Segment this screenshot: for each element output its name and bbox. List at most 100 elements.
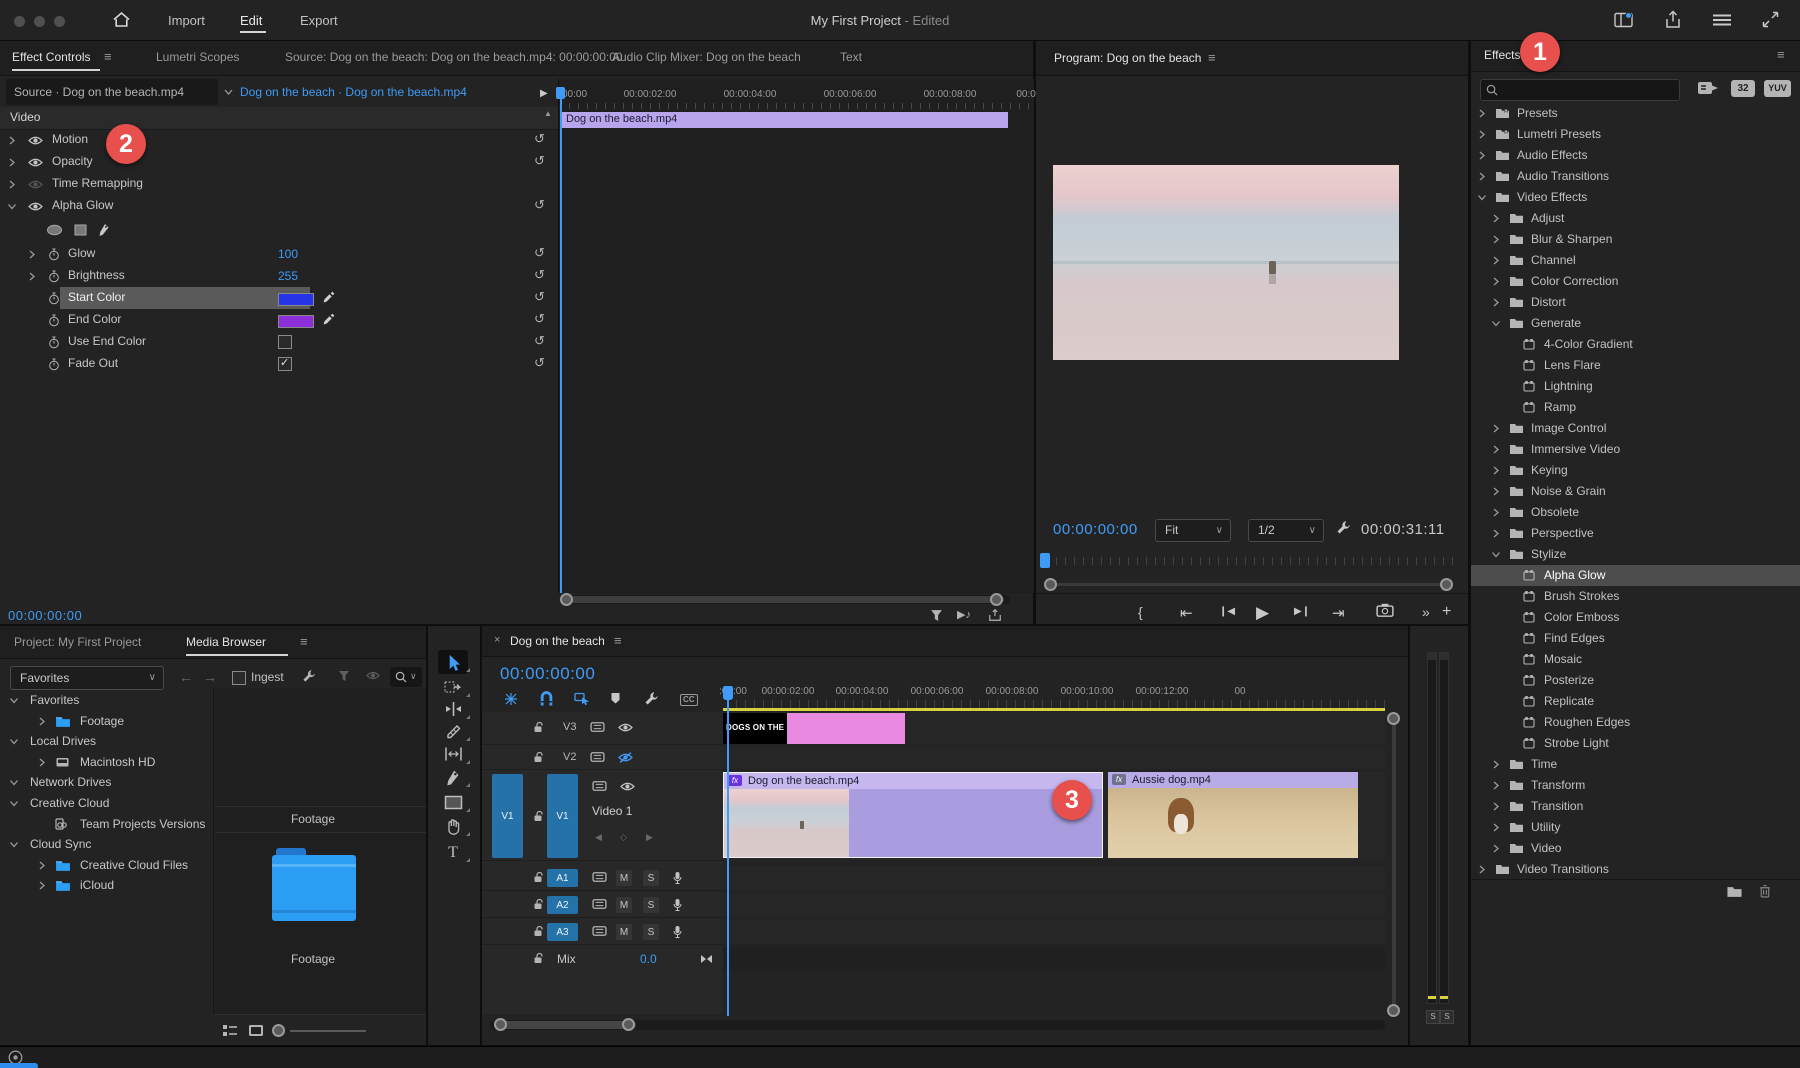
snap-magnet-icon[interactable] xyxy=(540,691,553,706)
program-zoom-handle-left[interactable] xyxy=(1044,578,1057,591)
thumbnail-size-slider-knob[interactable] xyxy=(272,1024,285,1037)
effects-tree-item-video[interactable]: Video xyxy=(1471,838,1800,859)
step-back-button[interactable]: ❙◀ xyxy=(1219,606,1235,617)
effect-controls-panel-menu-icon[interactable]: ≡ xyxy=(104,49,112,64)
effects-yuv-badge[interactable]: YUV xyxy=(1764,80,1791,97)
mix-gain-value[interactable]: 0.0 xyxy=(640,952,657,966)
mute-button[interactable]: M xyxy=(616,897,632,913)
ec-row-use-end-color[interactable]: Use End Color↺ xyxy=(0,331,558,353)
tab-effect-controls[interactable]: Effect Controls xyxy=(12,50,90,64)
ec-row-brightness[interactable]: Brightness255↺ xyxy=(0,265,558,287)
ec-row-start-color[interactable]: Start Color↺ xyxy=(0,287,558,309)
effects-tree-item-utility[interactable]: Utility xyxy=(1471,817,1800,838)
track-lock-icon[interactable] xyxy=(533,871,544,884)
timeline-tab-close-icon[interactable]: × xyxy=(494,634,500,646)
effects-tree-item-find-edges[interactable]: Find Edges xyxy=(1471,628,1800,649)
tab-audio-clip-mixer[interactable]: Audio Clip Mixer: Dog on the beach xyxy=(612,50,801,64)
timeline-h-scroll-handle-right[interactable] xyxy=(622,1018,635,1031)
home-icon[interactable] xyxy=(112,11,131,28)
tool-rectangle[interactable] xyxy=(438,790,468,814)
chevron-down-icon[interactable] xyxy=(224,89,233,95)
reset-parameter-icon[interactable]: ↺ xyxy=(534,290,545,304)
reset-parameter-icon[interactable]: ↺ xyxy=(534,334,545,348)
effects-tree-item-brush-strokes[interactable]: Brush Strokes xyxy=(1471,586,1800,607)
voiceover-record-icon[interactable] xyxy=(672,871,683,885)
timeline-panel-menu-icon[interactable]: ≡ xyxy=(614,633,622,648)
share-export-icon[interactable] xyxy=(1664,10,1682,29)
color-swatch-start-color[interactable] xyxy=(278,293,314,306)
track-head-a3[interactable]: A3MS xyxy=(482,920,723,945)
scroll-up-arrow[interactable]: ▲ xyxy=(544,109,552,118)
effects-tree-item-time[interactable]: Time xyxy=(1471,754,1800,775)
solo-button[interactable]: S xyxy=(643,924,659,940)
timeline-playhead-grip[interactable] xyxy=(723,686,733,700)
effects-tree-item-immersive-video[interactable]: Immersive Video xyxy=(1471,439,1800,460)
effects-tree-item-strobe-light[interactable]: Strobe Light xyxy=(1471,733,1800,754)
track-lock-icon[interactable] xyxy=(533,721,544,734)
mini-timeline-playhead-grip[interactable] xyxy=(556,87,565,99)
add-button[interactable]: + xyxy=(1442,603,1451,621)
effects-tree-item-replicate[interactable]: Replicate xyxy=(1471,691,1800,712)
timeline-tab-label[interactable]: Dog on the beach xyxy=(510,634,605,648)
source-clip-tab[interactable]: Source · Dog on the beach.mp4 xyxy=(6,79,218,105)
tool-type[interactable]: T xyxy=(438,840,468,864)
footage-folder-icon[interactable] xyxy=(272,848,356,924)
effects-tree-item-distort[interactable]: Distort xyxy=(1471,292,1800,313)
effects-tree-item-presets[interactable]: Presets xyxy=(1471,103,1800,124)
tab-media-browser[interactable]: Media Browser xyxy=(186,635,266,649)
effects-tree-item-transition[interactable]: Transition xyxy=(1471,796,1800,817)
effects-tree-item-audio-transitions[interactable]: Audio Transitions xyxy=(1471,166,1800,187)
tool-ripple-edit[interactable] xyxy=(438,697,468,721)
checkbox-use-end-color[interactable] xyxy=(278,335,292,349)
tool-hand[interactable] xyxy=(438,814,468,838)
media-browser-item-network-drives[interactable]: Network Drives xyxy=(0,772,213,793)
effects-tree-item-mosaic[interactable]: Mosaic xyxy=(1471,649,1800,670)
reset-parameter-icon[interactable]: ↺ xyxy=(534,132,545,146)
program-fit-dropdown[interactable]: Fit∨ xyxy=(1155,519,1231,542)
track-target-a3[interactable]: A3 xyxy=(547,923,578,941)
pan-bowtie-icon[interactable] xyxy=(700,954,713,964)
more-tools-button[interactable]: » xyxy=(1422,604,1430,620)
effects-tree-item-lumetri-presets[interactable]: Lumetri Presets xyxy=(1471,124,1800,145)
track-output-eye-icon[interactable] xyxy=(618,722,633,733)
track-label-video1[interactable]: Video 1 xyxy=(592,804,632,818)
back-arrow-icon[interactable]: ← xyxy=(179,669,193,685)
tab-source[interactable]: Source: Dog on the beach: Dog on the bea… xyxy=(285,50,623,64)
reset-parameter-icon[interactable]: ↺ xyxy=(534,312,545,326)
program-zoom-handle-right[interactable] xyxy=(1440,578,1453,591)
effects-tree-item-blur-sharpen[interactable]: Blur & Sharpen xyxy=(1471,229,1800,250)
program-playhead-grip[interactable] xyxy=(1040,553,1050,568)
sync-lock-icon[interactable] xyxy=(592,898,607,910)
tool-selection[interactable] xyxy=(438,650,468,674)
mute-button[interactable]: M xyxy=(616,870,632,886)
ec-current-timecode[interactable]: 00:00:00:00 xyxy=(8,608,82,623)
program-seek-bar[interactable] xyxy=(1056,557,1454,565)
ec-zoom-scrollbar[interactable] xyxy=(560,595,1010,604)
effects-panel-menu-icon[interactable]: ≡ xyxy=(1777,47,1785,62)
tab-lumetri-scopes[interactable]: Lumetri Scopes xyxy=(156,50,239,64)
tool-track-select-forward[interactable] xyxy=(438,675,468,699)
sync-lock-icon[interactable] xyxy=(590,721,605,733)
media-browser-item-favorites[interactable]: Favorites xyxy=(0,690,213,711)
program-current-timecode[interactable]: 00:00:00:00 xyxy=(1053,521,1138,538)
program-tab-label[interactable]: Program: Dog on the beach xyxy=(1054,51,1201,65)
program-panel-menu-icon[interactable]: ≡ xyxy=(1208,50,1216,65)
ec-row-time-remapping[interactable]: Time Remapping xyxy=(0,173,558,195)
track-lock-icon[interactable] xyxy=(533,898,544,911)
effect-controls-mini-timeline[interactable] xyxy=(558,79,1034,593)
tool-pen[interactable] xyxy=(438,765,468,789)
timeline-v-scrollbar[interactable] xyxy=(1392,718,1396,1010)
accelerated-effects-icon[interactable] xyxy=(1697,79,1719,97)
reset-parameter-icon[interactable]: ↺ xyxy=(534,268,545,282)
effects-panel-title[interactable]: Effects xyxy=(1484,48,1520,62)
effects-tree-item-color-emboss[interactable]: Color Emboss xyxy=(1471,607,1800,628)
track-target-a2[interactable]: A2 xyxy=(547,896,578,914)
track-head-v1[interactable]: V1V1Video 1◀◇▶ xyxy=(482,772,723,861)
sync-lock-icon[interactable] xyxy=(592,871,607,883)
meter-solo-right[interactable]: S xyxy=(1440,1010,1454,1024)
media-browser-item-creative-cloud-files[interactable]: Creative Cloud Files xyxy=(0,855,213,876)
fullscreen-icon[interactable] xyxy=(1762,11,1779,28)
solo-button[interactable]: S xyxy=(643,897,659,913)
effects-search-input[interactable] xyxy=(1480,79,1680,101)
menu-import[interactable]: Import xyxy=(168,13,205,28)
